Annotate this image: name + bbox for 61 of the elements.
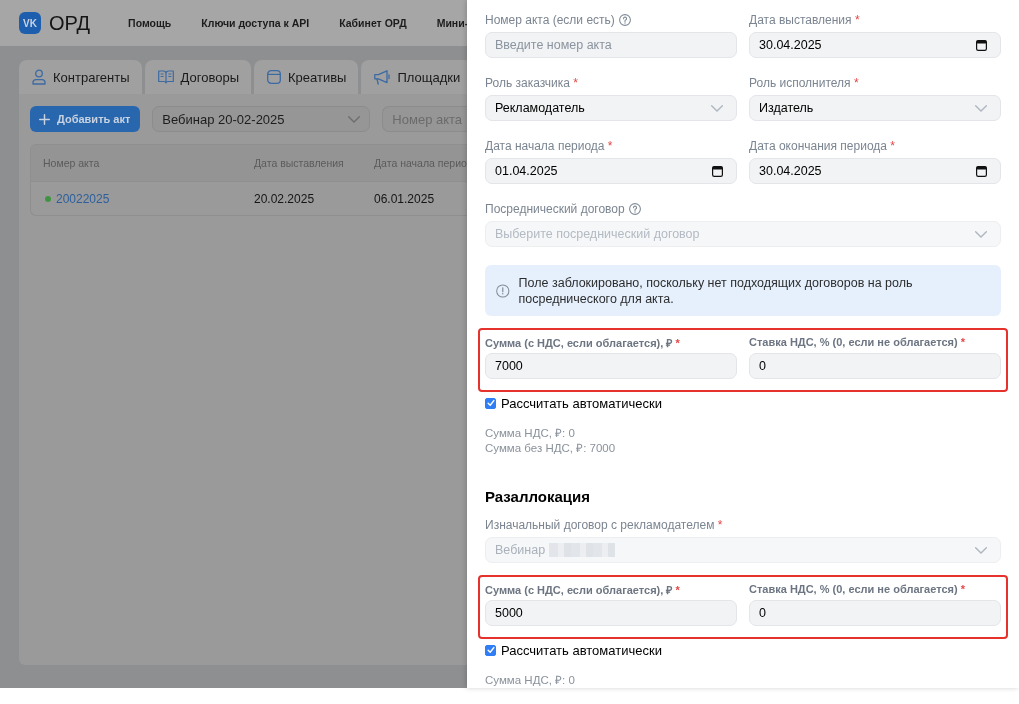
calendar-icon[interactable]	[976, 39, 987, 51]
checkbox[interactable]	[485, 644, 496, 656]
calendar-icon[interactable]	[712, 165, 723, 177]
summary-text: Сумма НДС, ₽: 0	[485, 426, 575, 441]
tab[interactable]: Площадки	[361, 60, 467, 94]
nav-link[interactable]: Мини-	[436, 17, 467, 29]
chevron-down-icon	[348, 115, 361, 123]
tab[interactable]: Креативы	[254, 60, 359, 94]
text-input[interactable]: 7000	[485, 353, 737, 379]
field-label: Роль исполнителя *	[749, 76, 859, 90]
field-label: Ставка НДС, % (0, если не облагается) *	[749, 583, 965, 595]
checkbox-label[interactable]: Рассчитать автоматически	[501, 642, 662, 658]
field-label: Роль заказчика *	[485, 76, 578, 90]
field-label: Ставка НДС, % (0, если не облагается) *	[749, 336, 965, 348]
calendar-icon[interactable]	[976, 165, 987, 177]
person-icon	[32, 69, 46, 85]
field-label: Дата окончания периода *	[749, 139, 895, 153]
contract-dropdown[interactable]: Вебинар 20-02-2025	[152, 106, 371, 132]
field-label: Сумма (с НДС, если облагается), ₽ *	[485, 582, 680, 597]
section-title: Разаллокация	[485, 487, 590, 507]
field-label: Дата начала периода *	[485, 139, 613, 153]
column-header: Дата выставления	[253, 157, 344, 169]
text-input[interactable]: 0	[749, 353, 1001, 379]
megaphone-icon	[374, 69, 391, 85]
table-cell-text: 06.01.2025	[373, 191, 435, 206]
date-input[interactable]: 30.04.2025	[749, 158, 1001, 184]
notice-text: Поле заблокировано, поскольку нет подходящих договоров на роль посреднического для акта.	[518, 275, 914, 307]
nav-link[interactable]: Помощь	[128, 17, 172, 29]
column-header: Дата начала перио	[373, 157, 467, 169]
nav-link[interactable]: Ключи доступа к API	[201, 17, 310, 29]
plus-icon	[39, 113, 50, 125]
logo-text[interactable]: ОРД	[49, 11, 91, 35]
tab[interactable]: Контрагенты	[19, 60, 142, 94]
field-label: Посреднический договор	[485, 202, 625, 216]
dropdown[interactable]: Издатель	[749, 95, 1001, 121]
field-label: Изначальный договор с рекламодателем *	[485, 518, 723, 532]
book-icon	[157, 70, 174, 84]
date-input[interactable]: 30.04.2025	[749, 32, 1001, 58]
summary-text: Сумма без НДС, ₽: 7000	[485, 441, 616, 456]
date-input[interactable]: 01.04.2025	[485, 158, 737, 184]
chevron-down-icon	[975, 546, 987, 554]
checkbox[interactable]	[485, 397, 496, 409]
help-icon[interactable]	[618, 14, 631, 26]
nav-link[interactable]: Кабинет ОРД	[339, 17, 407, 29]
info-icon	[496, 283, 510, 299]
chevron-down-icon	[975, 230, 987, 238]
logo-icon[interactable]: VK	[19, 12, 41, 34]
tab[interactable]: Договоры	[144, 60, 251, 94]
checkbox-label[interactable]: Рассчитать автоматически	[501, 395, 662, 411]
table-cell-text: 20.02.2025	[253, 191, 315, 206]
field-label: Номер акта (если есть)	[485, 13, 615, 27]
add-button[interactable]: Добавить акт	[30, 106, 141, 132]
chevron-down-icon	[975, 104, 987, 112]
field-label: Дата выставления *	[749, 13, 860, 27]
card-icon	[267, 70, 281, 84]
summary-text: Сумма НДС, ₽: 0	[485, 673, 575, 688]
field-label: Сумма (с НДС, если облагается), ₽ *	[485, 335, 680, 350]
chevron-down-icon	[711, 104, 723, 112]
text-input[interactable]: 0	[749, 600, 1001, 626]
dropdown[interactable]: Рекламодатель	[485, 95, 737, 121]
text-input[interactable]: 5000	[485, 600, 737, 626]
